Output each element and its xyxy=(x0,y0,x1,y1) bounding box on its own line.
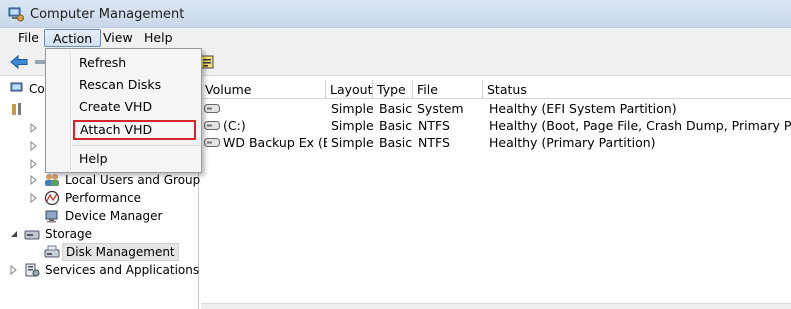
computer-management-icon xyxy=(10,82,23,92)
horizontal-scrollbar[interactable] xyxy=(201,303,791,309)
expand-arrow-icon[interactable] xyxy=(30,175,38,185)
column-header-volume[interactable]: Volume xyxy=(201,80,326,99)
tree-item-label: Disk Management xyxy=(62,243,179,261)
menu-item-rescan-disks[interactable]: Rescan Disks xyxy=(72,75,196,95)
users-icon xyxy=(45,174,59,186)
device-manager-icon xyxy=(45,210,58,223)
menu-gutter xyxy=(70,51,71,170)
performance-icon xyxy=(44,190,60,206)
expand-arrow-icon[interactable] xyxy=(30,123,38,133)
cell-layout: Simple xyxy=(331,101,373,116)
cell-status: Healthy (Primary Partition) xyxy=(489,135,656,150)
computer-management-icon xyxy=(8,7,24,22)
volume-list: Volume Layout Type File System Status Si… xyxy=(201,77,791,309)
tree-item-label: Device Manager xyxy=(65,209,163,223)
cell-status: Healthy (EFI System Partition) xyxy=(489,101,677,116)
cell-volume: WD Backup Ex (E:) xyxy=(223,135,327,150)
table-row[interactable]: WD Backup Ex (E:) Simple Basic NTFS Heal… xyxy=(201,134,791,151)
menu-separator xyxy=(72,145,200,146)
tree-item-label: Services and Applications xyxy=(45,263,200,277)
menu-item-create-vhd[interactable]: Create VHD xyxy=(72,97,196,117)
cell-status: Healthy (Boot, Page File, Crash Dump, Pr… xyxy=(489,118,791,133)
table-row[interactable]: (C:) Simple Basic NTFS Healthy (Boot, Pa… xyxy=(201,117,791,134)
menu-item-attach-vhd[interactable]: Attach VHD xyxy=(73,120,196,140)
cell-volume: (C:) xyxy=(223,118,246,133)
title-bar: Computer Management xyxy=(0,0,791,28)
column-header-status[interactable]: Status xyxy=(483,80,791,99)
tree-item-label: Local Users and Groups xyxy=(65,173,207,187)
system-tools-icon xyxy=(12,103,21,115)
back-arrow-icon[interactable] xyxy=(10,54,28,70)
column-header-layout[interactable]: Layout xyxy=(326,80,373,99)
expand-arrow-icon[interactable] xyxy=(10,265,18,275)
cell-type: Basic xyxy=(379,118,413,133)
menu-file[interactable]: File xyxy=(10,29,47,47)
menu-help[interactable]: Help xyxy=(136,29,181,47)
column-header-type[interactable]: Type xyxy=(373,80,413,99)
services-icon xyxy=(25,263,40,277)
cell-layout: Simple xyxy=(331,118,373,133)
volume-drive-icon xyxy=(204,138,220,147)
cell-file-system: NTFS xyxy=(418,135,450,150)
tree-item-label: Storage xyxy=(45,227,92,241)
cell-type: Basic xyxy=(379,135,413,150)
cell-type: Basic xyxy=(379,101,413,116)
menu-item-help[interactable]: Help xyxy=(72,149,196,169)
cell-layout: Simple xyxy=(331,135,373,150)
storage-icon xyxy=(24,230,40,240)
menu-action[interactable]: Action xyxy=(44,29,102,47)
expand-arrow-icon[interactable] xyxy=(30,159,38,169)
action-menu-dropdown: Refresh Rescan Disks Create VHD Attach V… xyxy=(45,48,202,173)
window-title: Computer Management xyxy=(30,7,185,22)
table-row[interactable]: Simple Basic Healthy (EFI System Partiti… xyxy=(201,100,791,117)
tree-item-label: Performance xyxy=(65,191,142,205)
volume-drive-icon xyxy=(204,104,220,113)
disk-management-icon xyxy=(44,245,60,258)
menu-bar: File Action View Help xyxy=(0,28,791,48)
volume-drive-icon xyxy=(204,121,220,130)
menu-item-refresh[interactable]: Refresh xyxy=(72,53,196,73)
expand-arrow-icon[interactable] xyxy=(30,193,38,203)
cell-file-system: NTFS xyxy=(418,118,450,133)
column-header-file-system[interactable]: File System xyxy=(413,80,483,116)
expand-arrow-icon[interactable] xyxy=(30,141,38,151)
collapse-arrow-icon[interactable] xyxy=(10,229,18,239)
menu-view[interactable]: View xyxy=(95,29,141,47)
list-header: Volume Layout Type File System Status xyxy=(201,80,791,116)
